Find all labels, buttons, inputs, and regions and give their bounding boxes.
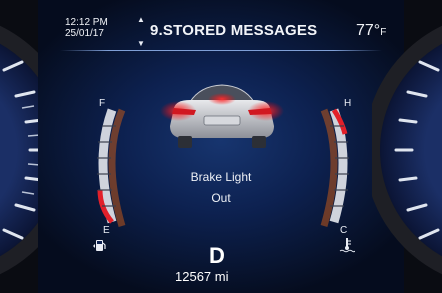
fuel-full-label: F — [99, 98, 106, 109]
fuel-empty-label: E — [103, 225, 110, 236]
fuel-pump-icon — [93, 240, 106, 251]
page-title: 9.STORED MESSAGES — [150, 22, 318, 39]
instrument-cluster: 12:12 PM 25/01/17 ▲ ▼ 9.STORED MESSAGES … — [0, 0, 442, 293]
car-rear-icon — [160, 84, 284, 148]
temperature-unit: F — [380, 27, 387, 38]
temperature-value: 77° — [356, 22, 381, 39]
temperature-gauge — [320, 108, 349, 227]
warning-message-line1: Brake Light — [190, 170, 252, 184]
temp-hot-label: H — [344, 98, 352, 109]
odometer: 12567 mi — [175, 269, 229, 284]
clock-time: 12:12 PM — [65, 17, 108, 28]
chevron-up-icon[interactable]: ▲ — [137, 16, 145, 24]
date: 25/01/17 — [65, 28, 104, 39]
outside-temperature: 77°F — [356, 22, 386, 40]
gear-indicator: D — [209, 243, 225, 268]
header-divider — [60, 50, 382, 51]
warning-message-line2: Out — [211, 191, 231, 205]
chevron-down-icon[interactable]: ▼ — [137, 40, 145, 48]
temp-cold-label: C — [340, 225, 348, 236]
right-dial — [372, 25, 442, 275]
fuel-gauge — [97, 108, 126, 227]
coolant-temperature-icon — [339, 238, 355, 253]
